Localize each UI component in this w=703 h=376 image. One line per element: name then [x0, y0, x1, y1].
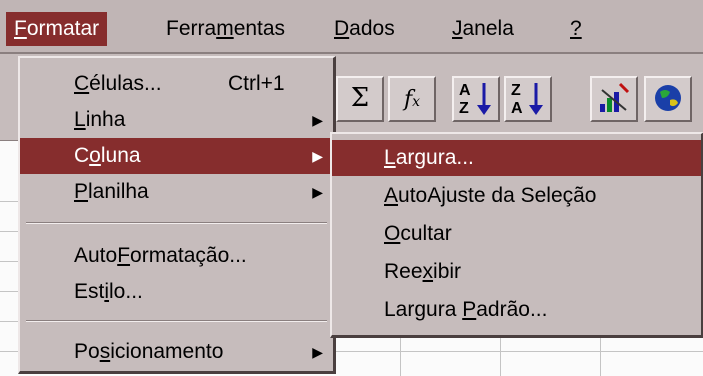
item-label: cultar	[400, 222, 452, 245]
menu-separator	[26, 222, 327, 224]
menu-accel: m	[216, 17, 234, 40]
item-label: argura...	[395, 146, 474, 169]
item-label: Po	[74, 340, 100, 363]
menu-item-autoformatacao[interactable]: AutoFormatação...	[20, 238, 333, 274]
item-label: lanilha	[88, 180, 149, 203]
menu-formatar[interactable]: Formatar	[6, 12, 108, 46]
menu-label: entas	[233, 17, 286, 40]
fx-icon: fx	[403, 87, 421, 112]
submenu-item-reexibir[interactable]: Reexibir	[332, 254, 701, 290]
menu-janela[interactable]: Janela	[444, 12, 522, 46]
format-menu: Células... Ctrl+1 Linha ▶ Coluna ▶ Plani…	[18, 56, 336, 374]
item-label: Largura	[384, 298, 463, 321]
submenu-arrow-icon: ▶	[312, 112, 323, 128]
item-accel: L	[384, 146, 396, 169]
svg-text:Z: Z	[511, 82, 521, 99]
menu-dados[interactable]: Dados	[326, 12, 403, 46]
item-label: Ree	[384, 260, 423, 283]
shortcut-label: Ctrl+1	[228, 72, 285, 95]
item-label: Est	[74, 280, 105, 303]
menu-label: anela	[462, 17, 514, 40]
menu-label: Ferra	[166, 17, 217, 40]
chart-wizard-icon	[600, 82, 630, 112]
submenu-arrow-icon: ▶	[312, 344, 323, 360]
item-label: icionamento	[110, 340, 224, 363]
item-label: C	[74, 144, 90, 167]
menu-item-posicionamento[interactable]: Posicionamento ▶	[20, 334, 333, 370]
menubar: Formatar Ferramentas Dados Janela ?	[0, 0, 703, 54]
chart-wizard-button[interactable]	[590, 76, 638, 122]
item-accel: C	[74, 72, 90, 95]
submenu-item-autoajuste[interactable]: AutoAjuste da Seleção	[332, 178, 701, 214]
item-accel: o	[89, 144, 101, 167]
submenu-arrow-icon: ▶	[312, 184, 323, 200]
function-wizard-button[interactable]: fx	[388, 76, 436, 122]
item-label: utoAjuste da Seleção	[398, 184, 597, 207]
menu-accel: ?	[570, 17, 582, 40]
menu-accel: D	[334, 17, 350, 40]
item-accel: P	[74, 180, 89, 203]
svg-text:Z: Z	[459, 100, 469, 117]
item-label: luna	[100, 144, 141, 167]
menu-item-linha[interactable]: Linha ▶	[20, 102, 333, 138]
item-label: adrão...	[476, 298, 548, 321]
menu-label: ados	[349, 17, 395, 40]
item-accel: A	[384, 184, 399, 207]
menu-item-estilo[interactable]: Estilo...	[20, 274, 333, 310]
menu-item-coluna[interactable]: Coluna ▶	[20, 138, 333, 174]
menu-accel: J	[452, 17, 463, 40]
sort-ascending-button[interactable]: A Z	[452, 76, 500, 122]
item-accel: O	[384, 222, 401, 245]
item-label: élulas...	[89, 72, 162, 95]
item-accel: P	[462, 298, 477, 321]
submenu-item-largura-padrao[interactable]: Largura Padrão...	[332, 292, 701, 328]
submenu-item-ocultar[interactable]: Ocultar	[332, 216, 701, 252]
svg-text:A: A	[459, 82, 471, 99]
submenu-arrow-icon: ▶	[312, 148, 323, 164]
sort-descending-button[interactable]: Z A	[504, 76, 552, 122]
menu-accel: F	[14, 17, 27, 40]
item-accel: s	[99, 340, 111, 363]
item-label: inha	[85, 108, 126, 131]
item-accel: x	[422, 260, 434, 283]
item-label: Auto	[74, 244, 118, 267]
column-submenu: Largura... AutoAjuste da Seleção Ocultar…	[330, 132, 703, 338]
item-label: lo...	[109, 280, 143, 303]
map-button[interactable]	[644, 76, 692, 122]
sigma-icon: Σ	[350, 83, 370, 113]
menu-label: ormatar	[26, 17, 100, 40]
globe-icon	[655, 85, 681, 111]
svg-text:A: A	[511, 100, 523, 117]
menu-item-planilha[interactable]: Planilha ▶	[20, 174, 333, 210]
submenu-item-largura[interactable]: Largura...	[332, 140, 701, 176]
menu-separator	[26, 320, 327, 322]
menu-ferramentas[interactable]: Ferramentas	[158, 12, 293, 46]
menu-ajuda[interactable]: ?	[562, 12, 590, 46]
item-label: ormatação...	[130, 244, 247, 267]
autosum-button[interactable]: Σ	[336, 76, 384, 122]
sort-descending-icon: Z A	[511, 82, 543, 117]
item-accel: F	[117, 244, 131, 267]
sort-ascending-icon: A Z	[459, 82, 491, 117]
item-label: ibir	[433, 260, 462, 283]
item-accel: L	[74, 108, 86, 131]
menu-item-celulas[interactable]: Células... Ctrl+1	[20, 66, 333, 102]
